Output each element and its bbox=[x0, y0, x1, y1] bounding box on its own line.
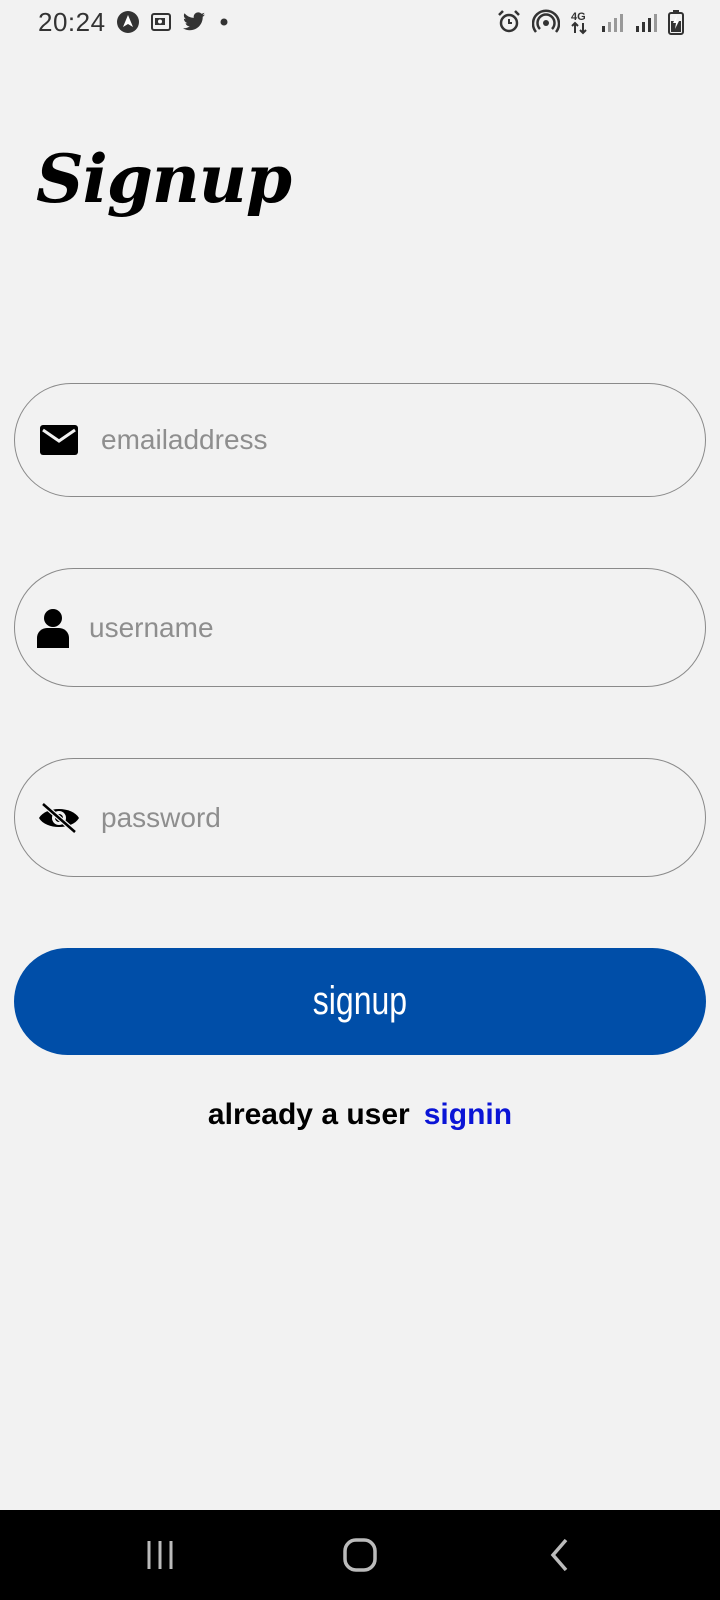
password-input[interactable] bbox=[101, 759, 705, 876]
status-bar: 20:24 4G bbox=[0, 0, 720, 44]
recent-apps-icon[interactable] bbox=[115, 1520, 205, 1590]
email-field-container[interactable] bbox=[14, 383, 706, 497]
battery-icon bbox=[668, 9, 684, 35]
signal-icon bbox=[600, 10, 624, 34]
signin-link[interactable]: signin bbox=[424, 1098, 512, 1132]
signup-button[interactable]: signup bbox=[14, 948, 706, 1055]
status-left: 20:24 bbox=[38, 7, 232, 38]
signin-prompt: already a user bbox=[207, 1098, 410, 1131]
navigation-arrow-icon bbox=[116, 10, 140, 34]
person-icon bbox=[35, 608, 71, 648]
4g-icon: 4G bbox=[570, 9, 590, 35]
username-input[interactable] bbox=[89, 569, 705, 686]
home-icon[interactable] bbox=[315, 1520, 405, 1590]
alarm-icon bbox=[496, 9, 522, 35]
email-input[interactable] bbox=[101, 384, 705, 496]
hotspot-icon bbox=[532, 9, 560, 35]
signin-row: already a user signin bbox=[0, 1090, 720, 1140]
eye-off-icon[interactable] bbox=[37, 801, 81, 834]
twitter-icon bbox=[182, 12, 206, 32]
status-right: 4G bbox=[496, 9, 684, 35]
username-field-container[interactable] bbox=[14, 568, 706, 687]
page-title: Signup bbox=[36, 140, 292, 218]
signal-icon-2 bbox=[634, 10, 658, 34]
status-time: 20:24 bbox=[38, 6, 106, 37]
signup-button-label: signup bbox=[312, 979, 408, 1023]
4g-label: 4G bbox=[571, 11, 586, 23]
navigation-bar bbox=[0, 1510, 720, 1600]
password-field-container[interactable] bbox=[14, 758, 706, 877]
signup-screen: 20:24 4G Signup emailaddress username si… bbox=[0, 0, 720, 1600]
mail-icon bbox=[39, 425, 79, 455]
back-icon[interactable] bbox=[515, 1520, 605, 1590]
screen-record-icon bbox=[150, 11, 172, 33]
notification-dot-icon bbox=[216, 14, 232, 30]
